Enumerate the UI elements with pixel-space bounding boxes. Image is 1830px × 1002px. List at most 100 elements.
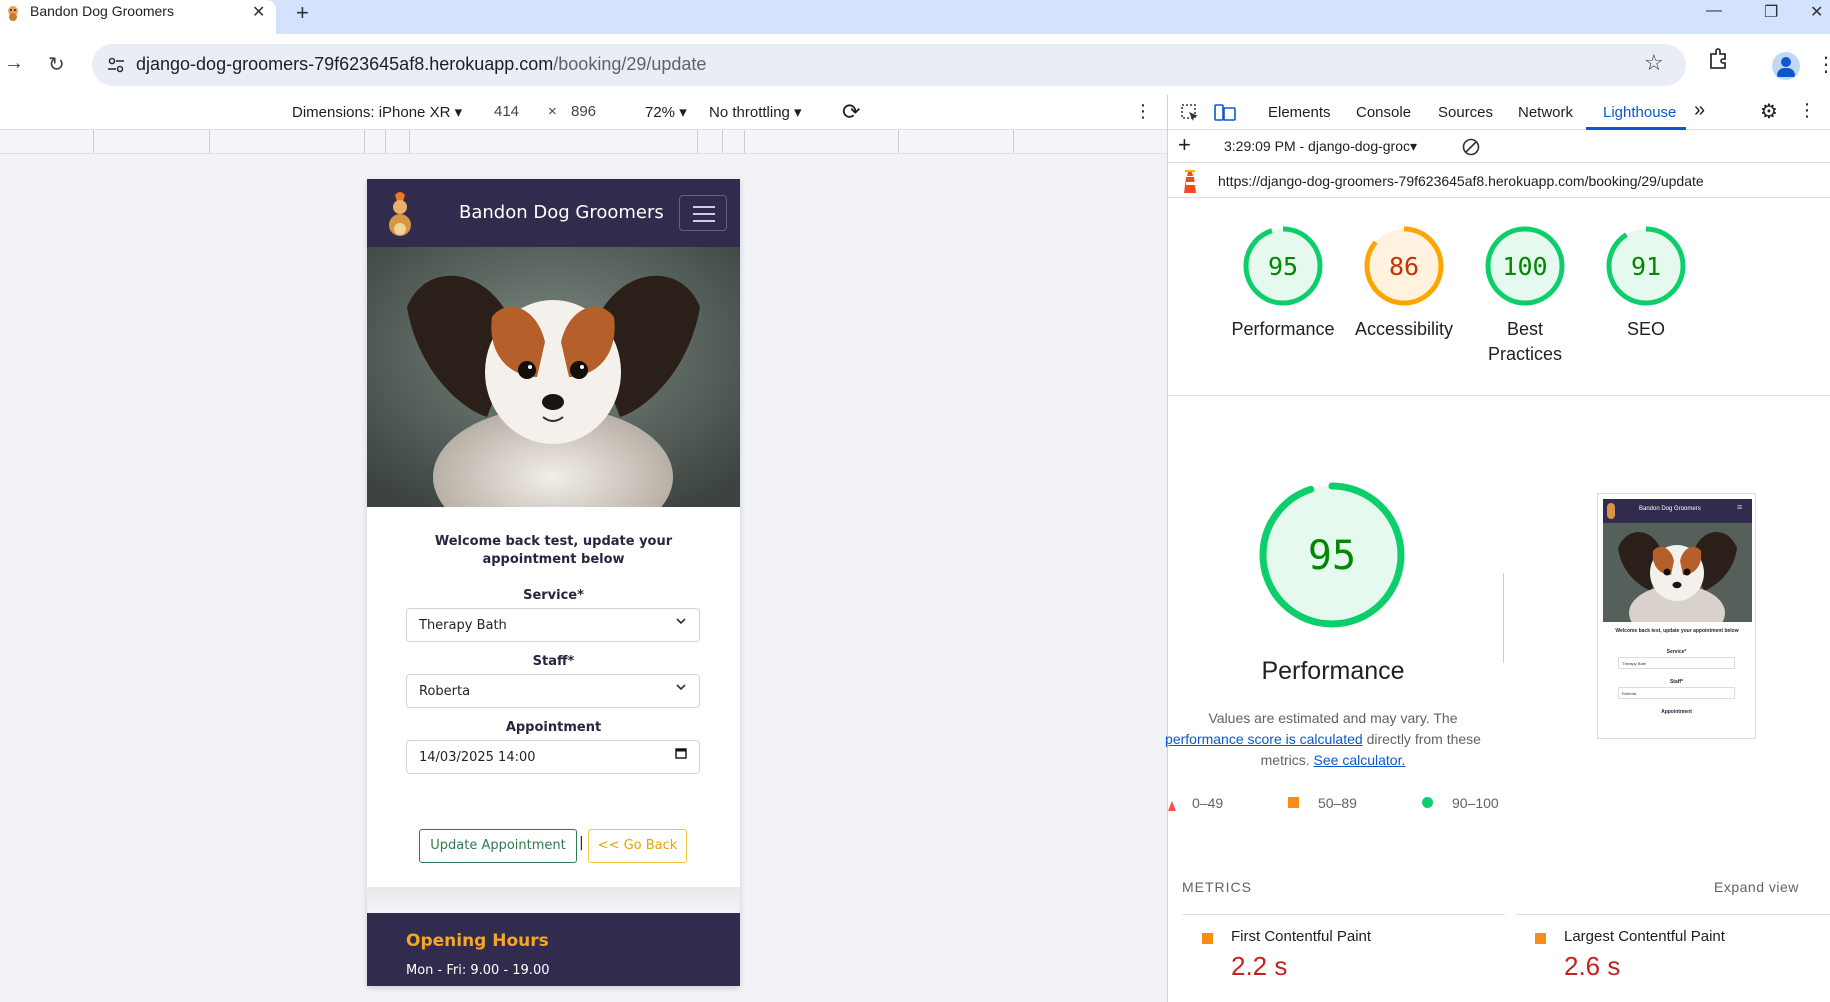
site-brand[interactable]: Bandon Dog Groomers xyxy=(459,202,664,223)
zoom-label: 72% xyxy=(645,104,676,121)
tab-title: Bandon Dog Groomers xyxy=(30,3,174,19)
throttling-label: No throttling xyxy=(709,104,790,121)
staff-select[interactable]: Roberta xyxy=(406,674,700,708)
final-screenshot-thumbnail[interactable]: Bandon Dog Groomers ≡ Welcome back test,… xyxy=(1597,493,1756,739)
calendar-icon[interactable] xyxy=(675,747,687,759)
device-dimensions-select[interactable]: Dimensions: iPhone XR ▾ xyxy=(292,103,462,121)
profile-avatar-icon[interactable] xyxy=(1772,52,1800,80)
chevron-down-icon xyxy=(676,618,686,625)
tab-elements[interactable]: Elements xyxy=(1268,104,1331,121)
url-text: django-dog-groomers-79f623645af8.herokua… xyxy=(136,54,706,75)
thumb-welcome: Welcome back test, update your appointme… xyxy=(1615,628,1739,634)
score-gauge[interactable]: 86 xyxy=(1362,224,1446,308)
inspect-element-icon[interactable] xyxy=(1180,103,1200,123)
score-gauge-label: Performance xyxy=(1231,319,1335,339)
desc-line-2: directly from these xyxy=(1366,731,1481,747)
expand-view-toggle[interactable]: Expand view xyxy=(1714,879,1799,895)
metric-fcp-name: First Contentful Paint xyxy=(1231,928,1372,945)
staff-label: Staff* xyxy=(532,654,575,669)
report-url[interactable]: https://django-dog-groomers-79f623645af8… xyxy=(1218,173,1704,189)
clear-reports-icon[interactable] xyxy=(1462,138,1480,156)
update-appointment-button[interactable]: Update Appointment xyxy=(419,829,577,863)
big-score-value: 95 xyxy=(1308,533,1356,579)
site-info-icon[interactable] xyxy=(106,55,126,75)
legend-fail: 0–49 xyxy=(1192,795,1224,811)
window-close-icon[interactable]: ✕ xyxy=(1810,2,1823,22)
tab-close-icon[interactable]: ✕ xyxy=(252,2,265,22)
more-tabs-icon[interactable]: » xyxy=(1694,99,1705,122)
browser-tab[interactable]: Bandon Dog Groomers ✕ xyxy=(0,0,276,34)
score-gauge[interactable]: 100 xyxy=(1483,224,1567,308)
divider xyxy=(1503,573,1504,663)
lighthouse-logo-icon xyxy=(1184,170,1196,193)
staff-value: Roberta xyxy=(419,684,471,699)
settings-gear-icon[interactable]: ⚙ xyxy=(1760,99,1778,124)
restore-icon[interactable]: ❐ xyxy=(1764,2,1778,22)
thumb-dog-image xyxy=(1603,523,1752,622)
see-calculator-link[interactable]: See calculator. xyxy=(1314,752,1406,768)
device-width-input[interactable]: 414 xyxy=(494,103,519,120)
device-toggle-icon[interactable] xyxy=(1214,103,1236,123)
extensions-icon[interactable] xyxy=(1706,46,1732,72)
new-report-icon[interactable]: + xyxy=(1178,132,1191,158)
device-height-input[interactable]: 896 xyxy=(571,103,596,120)
appointment-datetime-input[interactable]: 14/03/2025 14:00 xyxy=(406,740,700,774)
service-label: Service* xyxy=(523,588,584,603)
score-gauge[interactable]: 95 xyxy=(1241,224,1325,308)
devtools-menu-icon[interactable]: ⋮ xyxy=(1798,100,1816,121)
score-gauge[interactable]: 91 xyxy=(1604,224,1688,308)
url-path: /booking/29/update xyxy=(553,54,707,74)
score-gauge-value: 100 xyxy=(1502,252,1547,281)
service-value: Therapy Bath xyxy=(419,618,507,633)
device-toolbar: Dimensions: iPhone XR ▾ 414 × 896 72% ▾ … xyxy=(0,95,1167,130)
score-calculation-link[interactable]: performance score is calculated xyxy=(1165,731,1363,747)
reload-icon[interactable]: ↻ xyxy=(48,52,65,77)
desc-line-1: Values are estimated and may vary. The xyxy=(1208,710,1458,726)
zoom-select[interactable]: 72% ▾ xyxy=(645,103,687,121)
opening-hours-heading: Opening Hours xyxy=(406,931,549,951)
browser-menu-icon[interactable]: ⋮ xyxy=(1816,52,1830,77)
appointment-value: 14/03/2025 14:00 xyxy=(419,750,536,765)
bookmark-star-icon[interactable]: ☆ xyxy=(1644,50,1664,76)
opening-hours-weekdays: Mon - Fri: 9.00 - 19.00 xyxy=(406,963,550,978)
score-description: Values are estimated and may vary. The p… xyxy=(1165,708,1498,771)
thumb-staff-value: Roberta xyxy=(1622,691,1637,696)
go-back-button[interactable]: << Go Back xyxy=(588,829,687,863)
devtools-tabbar: Elements Console Sources Network Lightho… xyxy=(1168,95,1830,130)
performance-big-gauge: 95 xyxy=(1259,482,1405,628)
metrics-heading: METRICS xyxy=(1182,879,1252,895)
browser-toolbar: → ↻ django-dog-groomers-79f623645af8.her… xyxy=(0,34,1830,95)
rotate-icon[interactable]: ⟳ xyxy=(842,99,860,125)
metric-lcp-value: 2.6 s xyxy=(1564,951,1621,981)
lighthouse-toolbar: + 3:29:09 PM - django-dog-groc▾ xyxy=(1168,130,1830,163)
pass-circle-icon xyxy=(1422,797,1433,808)
dimension-times: × xyxy=(548,103,557,120)
new-tab-icon[interactable]: + xyxy=(296,0,309,26)
address-bar[interactable]: django-dog-groomers-79f623645af8.herokua… xyxy=(92,44,1686,86)
tab-sources[interactable]: Sources xyxy=(1438,104,1493,121)
fail-triangle-icon xyxy=(1168,798,1176,811)
score-gauge-value: 86 xyxy=(1389,252,1419,281)
dog-favicon-icon xyxy=(8,6,18,21)
device-options-icon[interactable]: ⋮ xyxy=(1134,101,1152,122)
forward-icon[interactable]: → xyxy=(4,52,24,75)
tab-lighthouse[interactable]: Lighthouse xyxy=(1603,104,1676,121)
legend-average: 50–89 xyxy=(1318,795,1357,811)
service-select[interactable]: Therapy Bath xyxy=(406,608,700,642)
tab-strip: Bandon Dog Groomers ✕ + — ❐ ✕ xyxy=(0,0,1830,34)
big-score-title: Performance xyxy=(1261,657,1405,685)
mobile-page: Bandon Dog Groomers Welcome back test, u… xyxy=(367,179,740,986)
navbar-toggler-icon[interactable] xyxy=(679,195,727,231)
throttling-select[interactable]: No throttling ▾ xyxy=(709,103,802,121)
minimize-icon[interactable]: — xyxy=(1706,2,1722,20)
tab-console[interactable]: Console xyxy=(1356,104,1411,121)
metric-lcp-name: Largest Contentful Paint xyxy=(1564,928,1725,945)
report-select[interactable]: 3:29:09 PM - django-dog-groc▾ xyxy=(1224,138,1417,155)
media-query-bar[interactable] xyxy=(0,130,1167,154)
score-gauge-label: Best Practices xyxy=(1487,319,1563,364)
metric-fcp-value: 2.2 s xyxy=(1231,951,1288,981)
dog-hero-image xyxy=(367,247,740,507)
site-logo-icon[interactable] xyxy=(385,189,415,237)
device-viewport: Bandon Dog Groomers Welcome back test, u… xyxy=(0,154,1167,1002)
tab-network[interactable]: Network xyxy=(1518,104,1573,121)
